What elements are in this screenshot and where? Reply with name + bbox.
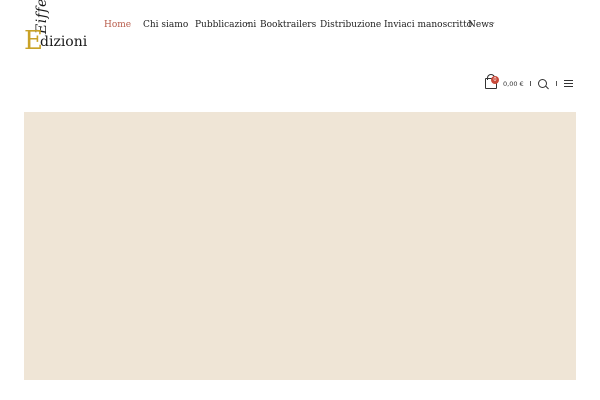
chevron-down-icon: ⌄ [490,18,496,26]
chevron-down-icon: ⌄ [245,18,251,26]
nav-item-inviaci-manoscritto[interactable]: Inviaci manoscritto [384,20,472,30]
logo-text-edizioni: dizioni [40,34,88,50]
nav-item-distribuzione[interactable]: Distribuzione [320,20,381,30]
divider [530,81,531,86]
hamburger-menu-icon[interactable] [564,80,573,88]
cart-total[interactable]: 0,00 € [503,80,524,88]
nav-item-home[interactable]: Home [104,20,131,30]
header-tools: 0 0,00 € [480,72,580,94]
cart-count-badge: 0 [491,76,499,84]
hero-banner [24,112,576,380]
search-icon[interactable] [538,79,547,88]
site-logo[interactable]: Eiffel E dizioni [22,0,90,56]
nav-item-chi-siamo[interactable]: Chi siamo [143,20,188,30]
nav-item-booktrailers[interactable]: Booktrailers [260,20,316,30]
divider [556,81,557,86]
